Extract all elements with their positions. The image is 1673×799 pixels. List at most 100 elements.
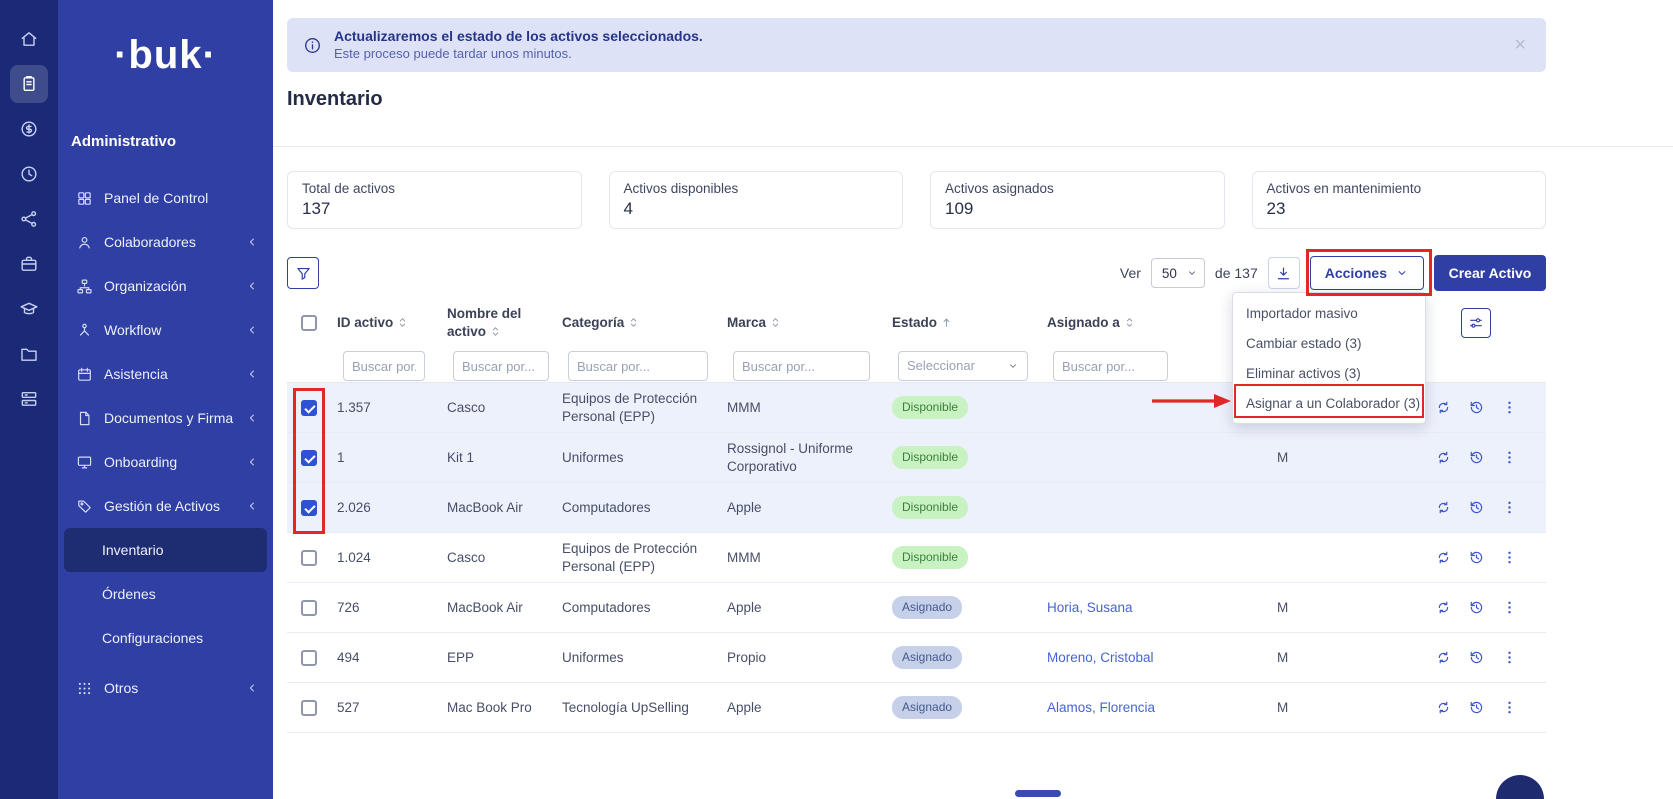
sync-icon[interactable] (1435, 699, 1452, 716)
sidebar-subitem-inventario[interactable]: Inventario (64, 528, 267, 572)
column-header-estado[interactable]: Estado (886, 314, 1041, 332)
banner-close-icon[interactable]: × (1514, 35, 1526, 55)
row-checkbox[interactable] (301, 550, 317, 566)
row-checkbox[interactable] (301, 400, 317, 416)
sync-icon[interactable] (1435, 549, 1452, 566)
row-menu-icon[interactable] (1501, 699, 1518, 716)
assigned-to-link[interactable]: Alamos, Florencia (1047, 700, 1155, 715)
sync-icon[interactable] (1435, 649, 1452, 666)
column-header-marca[interactable]: Marca (721, 314, 886, 332)
sidebar-item-asistencia[interactable]: Asistencia (58, 352, 273, 396)
menu-item-asignar-a-un-colaborador-3[interactable]: Asignar a un Colaborador (3) (1233, 388, 1425, 418)
cell-assigned-to: Moreno, Cristobal (1041, 643, 1271, 673)
rail-item-training-icon[interactable] (10, 290, 48, 328)
history-icon[interactable] (1468, 549, 1485, 566)
sort-icon (1123, 316, 1136, 329)
download-button[interactable] (1268, 257, 1300, 289)
rail-item-inventory-icon[interactable] (10, 65, 48, 103)
row-menu-icon[interactable] (1501, 599, 1518, 616)
horizontal-scrollbar-thumb[interactable] (1015, 790, 1061, 797)
column-settings-button[interactable] (1461, 308, 1491, 338)
sidebar-item-otros[interactable]: Otros (58, 666, 273, 710)
sidebar-item-onboarding[interactable]: Onboarding (58, 440, 273, 484)
sidebar-item-documentos-y-firma[interactable]: Documentos y Firma (58, 396, 273, 440)
row-menu-icon[interactable] (1501, 399, 1518, 416)
training-icon (19, 299, 39, 319)
menu-item-cambiar-estado-3[interactable]: Cambiar estado (3) (1233, 328, 1425, 358)
dots-vertical-icon (1501, 549, 1518, 566)
sidebar-subitem-ordenes[interactable]: Órdenes (64, 572, 267, 616)
history-icon (1468, 599, 1485, 616)
column-header-nombre-del-activo[interactable]: Nombre del activo (441, 305, 556, 340)
assigned-to-link[interactable]: Moreno, Cristobal (1047, 650, 1154, 665)
filter-input-asignado-a[interactable] (1053, 351, 1168, 381)
tag-icon (76, 498, 93, 515)
sidebar: ·buk· Administrativo Panel de ControlCol… (58, 0, 273, 799)
rail-item-home-icon[interactable] (10, 20, 48, 58)
page-size-select[interactable]: 50 (1151, 258, 1205, 288)
sync-icon[interactable] (1435, 449, 1452, 466)
menu-item-importador-masivo[interactable]: Importador masivo (1233, 298, 1425, 328)
cell-id: 1.357 (331, 393, 441, 423)
sort-icon (489, 325, 502, 338)
cell-assigned-to (1041, 552, 1271, 564)
row-checkbox[interactable] (301, 600, 317, 616)
dashboard-icon (76, 190, 93, 207)
sidebar-item-organizacion[interactable]: Organización (58, 264, 273, 308)
inventory-icon (19, 74, 39, 94)
remunerations-icon (19, 119, 39, 139)
sync-icon[interactable] (1435, 599, 1452, 616)
sidebar-item-colaboradores[interactable]: Colaboradores (58, 220, 273, 264)
sidebar-item-gestion-de-activos[interactable]: Gestión de Activos (58, 484, 273, 528)
row-checkbox[interactable] (301, 650, 317, 666)
cell-brand: Apple (721, 493, 886, 523)
create-asset-button[interactable]: Crear Activo (1434, 255, 1546, 291)
history-icon[interactable] (1468, 499, 1485, 516)
filter-estado-select[interactable]: Seleccionar (898, 351, 1028, 381)
sync-icon[interactable] (1435, 399, 1452, 416)
rail-item-time-icon[interactable] (10, 155, 48, 193)
sidebar-item-workflow[interactable]: Workflow (58, 308, 273, 352)
rail-item-benefits-icon[interactable] (10, 245, 48, 283)
row-menu-icon[interactable] (1501, 449, 1518, 466)
filter-input-marca[interactable] (733, 351, 870, 381)
row-checkbox[interactable] (301, 500, 317, 516)
actions-button[interactable]: Acciones (1310, 256, 1424, 290)
sync-icon[interactable] (1435, 499, 1452, 516)
cell-id: 2.026 (331, 493, 441, 523)
filter-input-categoria[interactable] (568, 351, 708, 381)
rail-item-remunerations-icon[interactable] (10, 110, 48, 148)
cell-company: M (1271, 593, 1406, 623)
workflow-icon (76, 322, 93, 339)
column-header-id-activo[interactable]: ID activo (331, 314, 441, 332)
sidebar-subitem-configuraciones[interactable]: Configuraciones (64, 616, 267, 660)
select-all-checkbox[interactable] (301, 315, 317, 331)
sidebar-item-panel-de-control[interactable]: Panel de Control (58, 176, 273, 220)
history-icon[interactable] (1468, 599, 1485, 616)
dots-vertical-icon (1501, 649, 1518, 666)
assigned-to-link[interactable]: Horia, Susana (1047, 600, 1133, 615)
row-menu-icon[interactable] (1501, 549, 1518, 566)
row-checkbox[interactable] (301, 450, 317, 466)
info-icon (303, 36, 322, 55)
status-badge: Disponible (892, 496, 968, 520)
rail-item-archive-icon[interactable] (10, 380, 48, 418)
filter-input-nombre-del-activo[interactable] (453, 351, 549, 381)
filter-button[interactable] (287, 257, 319, 289)
history-icon[interactable] (1468, 399, 1485, 416)
chevron-left-icon (245, 323, 259, 337)
cell-assigned-to (1041, 502, 1271, 514)
filter-input-id-activo[interactable] (343, 351, 425, 381)
chevron-left-icon (245, 455, 259, 469)
history-icon[interactable] (1468, 699, 1485, 716)
rail-item-network-icon[interactable] (10, 200, 48, 238)
row-menu-icon[interactable] (1501, 499, 1518, 516)
row-menu-icon[interactable] (1501, 649, 1518, 666)
menu-item-eliminar-activos-3[interactable]: Eliminar activos (3) (1233, 358, 1425, 388)
column-header-categoria[interactable]: Categoría (556, 314, 721, 332)
history-icon[interactable] (1468, 449, 1485, 466)
rail-item-files-icon[interactable] (10, 335, 48, 373)
cell-id: 726 (331, 593, 441, 623)
row-checkbox[interactable] (301, 700, 317, 716)
history-icon[interactable] (1468, 649, 1485, 666)
